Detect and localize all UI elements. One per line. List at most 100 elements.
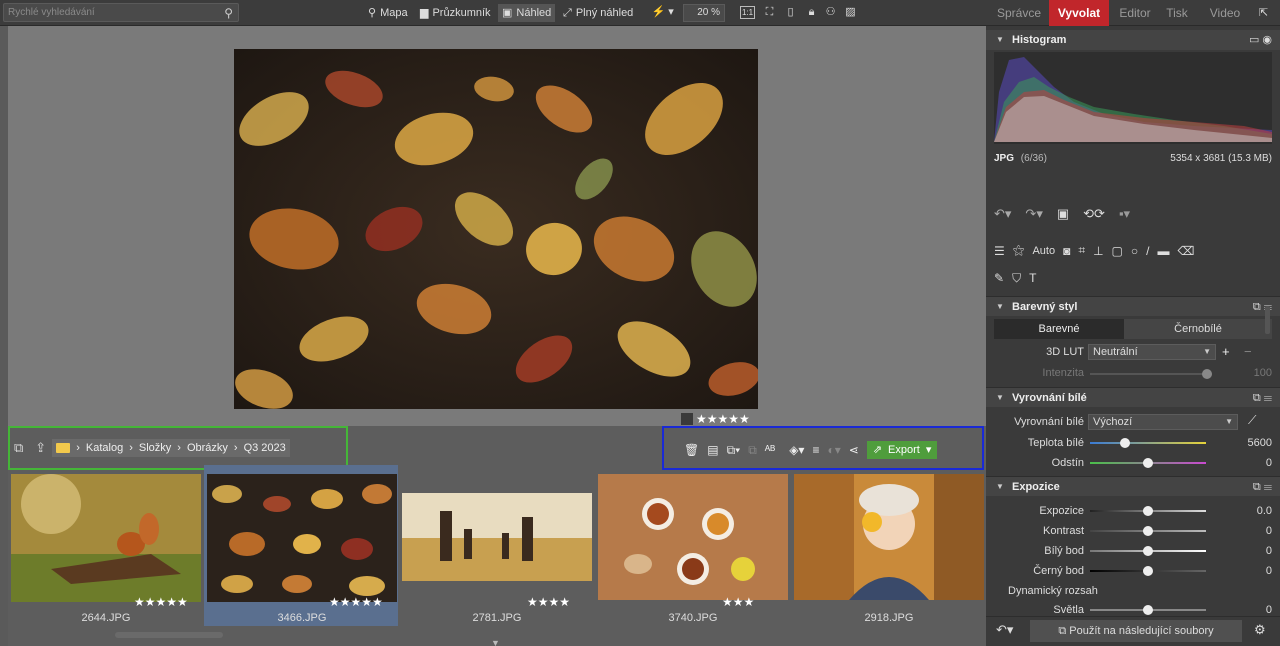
auto-button[interactable]: Auto — [1032, 245, 1055, 257]
trash-icon[interactable]: 🗑︎ — [684, 443, 699, 457]
duplicate-icon[interactable]: ⧉ — [748, 443, 757, 458]
eraser-icon[interactable]: ⌫ — [1177, 244, 1194, 258]
breadcrumb-item-katalog[interactable]: Katalog — [86, 442, 123, 454]
image-settings-icon[interactable]: ▨ — [842, 4, 859, 21]
left-panel-edge[interactable] — [0, 26, 8, 646]
layers-icon[interactable]: ◈▾ — [789, 443, 804, 457]
share-icon[interactable]: ⋖ — [849, 443, 859, 457]
nav-preview-button[interactable]: ▣ Náhled — [498, 4, 556, 22]
lock-icon[interactable]: 🔒︎ — [803, 4, 820, 21]
flash-icon[interactable]: ⚡ — [650, 4, 667, 21]
add-lut-icon[interactable]: + — [1222, 344, 1230, 359]
lens-icon[interactable]: ◙ — [1063, 244, 1070, 258]
thumbnail-stars[interactable]: ★★★★ — [527, 595, 570, 609]
breadcrumb-item-obrazky[interactable]: Obrázky — [187, 442, 228, 454]
text-box-icon[interactable]: ▢ — [1112, 244, 1123, 258]
tab-bw[interactable]: Černobílé — [1124, 319, 1272, 339]
thumbnail-3740[interactable] — [598, 474, 788, 600]
mode-develop[interactable]: Vyvolat — [1049, 0, 1109, 26]
adjust-icon[interactable]: ≡ — [812, 443, 819, 457]
nav-fullscreen-button[interactable]: ⤢ Plný náhled — [563, 4, 633, 22]
tab-color[interactable]: Barevné — [994, 319, 1124, 339]
settings-icon[interactable]: ⚙ — [1254, 622, 1266, 638]
viewer-rating[interactable]: ★★★★★ — [681, 412, 758, 426]
batch-icon[interactable]: ◐▾ — [827, 443, 840, 457]
slider-knob[interactable] — [1202, 369, 1212, 379]
circle-icon[interactable]: ○ — [1131, 244, 1138, 258]
section-menu-icon[interactable]: ⧉ ☰ — [1253, 477, 1272, 497]
section-menu-icon[interactable]: ⧉ ☰ — [1253, 388, 1272, 408]
fit-icon[interactable]: ⛶ — [761, 4, 778, 21]
thumbnail-2644[interactable] — [11, 474, 201, 602]
save-icon[interactable]: ▪▾ — [1119, 206, 1130, 222]
perspective-icon[interactable]: ⊥ — [1093, 244, 1103, 258]
mode-editor[interactable]: Editor — [1113, 0, 1157, 26]
contrast-slider[interactable] — [1090, 526, 1206, 536]
thumbnail-stars[interactable]: ★★★★★ — [134, 595, 188, 609]
text-icon[interactable]: T — [1029, 271, 1036, 286]
search-icon[interactable]: ⚲ — [224, 6, 233, 20]
reset-icon[interactable]: ↶▾ — [996, 622, 1013, 638]
slider-knob[interactable] — [1120, 438, 1130, 448]
quick-search[interactable]: Rychlé vyhledávání ⚲ — [3, 3, 239, 22]
mode-video[interactable]: Video — [1205, 0, 1245, 26]
redo-icon[interactable]: ↷▾ — [1025, 206, 1042, 222]
slider-knob[interactable] — [1143, 605, 1153, 615]
histogram-header[interactable]: Histogram ▭ ◉ — [986, 30, 1280, 50]
color-style-header[interactable]: Barevný styl ⧉ ☰ — [986, 296, 1280, 317]
apply-to-next-button[interactable]: ⧉ Použít na následující soubory — [1030, 620, 1242, 642]
thumbnail-2918[interactable] — [794, 474, 984, 600]
breadcrumb-item-q3-2023[interactable]: Q3 2023 — [244, 442, 286, 454]
mode-print[interactable]: Tisk — [1160, 0, 1194, 26]
white-balance-header[interactable]: Vyrovnání bílé ⧉ ☰ — [986, 387, 1280, 408]
undo-icon[interactable]: ↶▾ — [994, 206, 1011, 222]
compare-image-icon[interactable]: ▣ — [1057, 206, 1069, 222]
viewer-stars[interactable]: ★★★★★ — [696, 412, 750, 426]
color-label-swatch[interactable] — [681, 412, 693, 425]
zoom-field[interactable]: 20 % — [683, 4, 725, 22]
nav-map-button[interactable]: ⚲ Mapa — [368, 4, 408, 22]
add-folder-icon[interactable]: ⇪ — [35, 440, 46, 456]
black-point-slider[interactable] — [1090, 566, 1206, 576]
eyedropper-icon[interactable]: ⟋ — [1248, 413, 1256, 428]
thumbnail-3466[interactable] — [207, 474, 397, 602]
shield-icon[interactable]: ⛉ — [1012, 271, 1021, 286]
camera-icon[interactable]: ▭ ◉ — [1249, 30, 1272, 50]
pen-icon[interactable]: ✎ — [994, 271, 1004, 286]
chevron-down-icon[interactable]: ▾ — [666, 4, 676, 21]
slider-knob[interactable] — [1143, 526, 1153, 536]
gradient-icon[interactable]: ▬ — [1157, 244, 1169, 258]
chevron-down-icon[interactable]: ▾ — [926, 441, 932, 459]
compare-icon[interactable]: ▯ — [782, 4, 799, 21]
panel-scrollbar[interactable] — [1265, 306, 1270, 334]
slider-knob[interactable] — [1143, 458, 1153, 468]
magic-wand-icon[interactable]: ⚝ — [1013, 243, 1025, 258]
collapse-strip-icon[interactable]: ▼ — [491, 638, 500, 646]
rename-icon[interactable]: ᴬᴮ — [765, 443, 775, 457]
thumbnail-stars[interactable]: ★★★ — [722, 595, 754, 609]
breadcrumb-item-slozky[interactable]: Složky — [139, 442, 171, 454]
rotate-icon[interactable]: ⟲⟳ — [1083, 206, 1105, 222]
copy-icon[interactable]: ⧉▾ — [727, 443, 741, 458]
brush-icon[interactable]: / — [1146, 244, 1149, 258]
exposure-slider[interactable] — [1090, 506, 1206, 516]
crop-icon[interactable]: ⌗ — [1078, 243, 1085, 258]
browse-folder-icon[interactable]: ⧉ — [14, 440, 23, 456]
slider-knob[interactable] — [1143, 506, 1153, 516]
temperature-slider[interactable] — [1090, 438, 1206, 448]
mode-manager[interactable]: Správce — [993, 0, 1045, 26]
wb-dropdown[interactable]: Výchozí — [1088, 414, 1238, 430]
external-link-icon[interactable]: ⇱ — [1255, 5, 1272, 22]
nav-explorer-button[interactable]: ▆ Průzkumník — [420, 4, 491, 22]
sliders-icon[interactable]: ☰ — [994, 244, 1005, 258]
highlights-slider[interactable] — [1090, 605, 1206, 615]
intensity-slider[interactable] — [1090, 369, 1212, 379]
slider-knob[interactable] — [1143, 566, 1153, 576]
thumbnail-2781[interactable] — [402, 493, 592, 581]
thumbnail-stars[interactable]: ★★★★★ — [329, 595, 383, 609]
lut-dropdown[interactable]: Neutrální — [1088, 344, 1216, 360]
white-point-slider[interactable] — [1090, 546, 1206, 556]
remove-lut-icon[interactable]: − — [1244, 344, 1252, 359]
move-to-folder-icon[interactable]: ▤ — [707, 443, 718, 457]
filmstrip-scrollbar[interactable] — [115, 632, 223, 638]
